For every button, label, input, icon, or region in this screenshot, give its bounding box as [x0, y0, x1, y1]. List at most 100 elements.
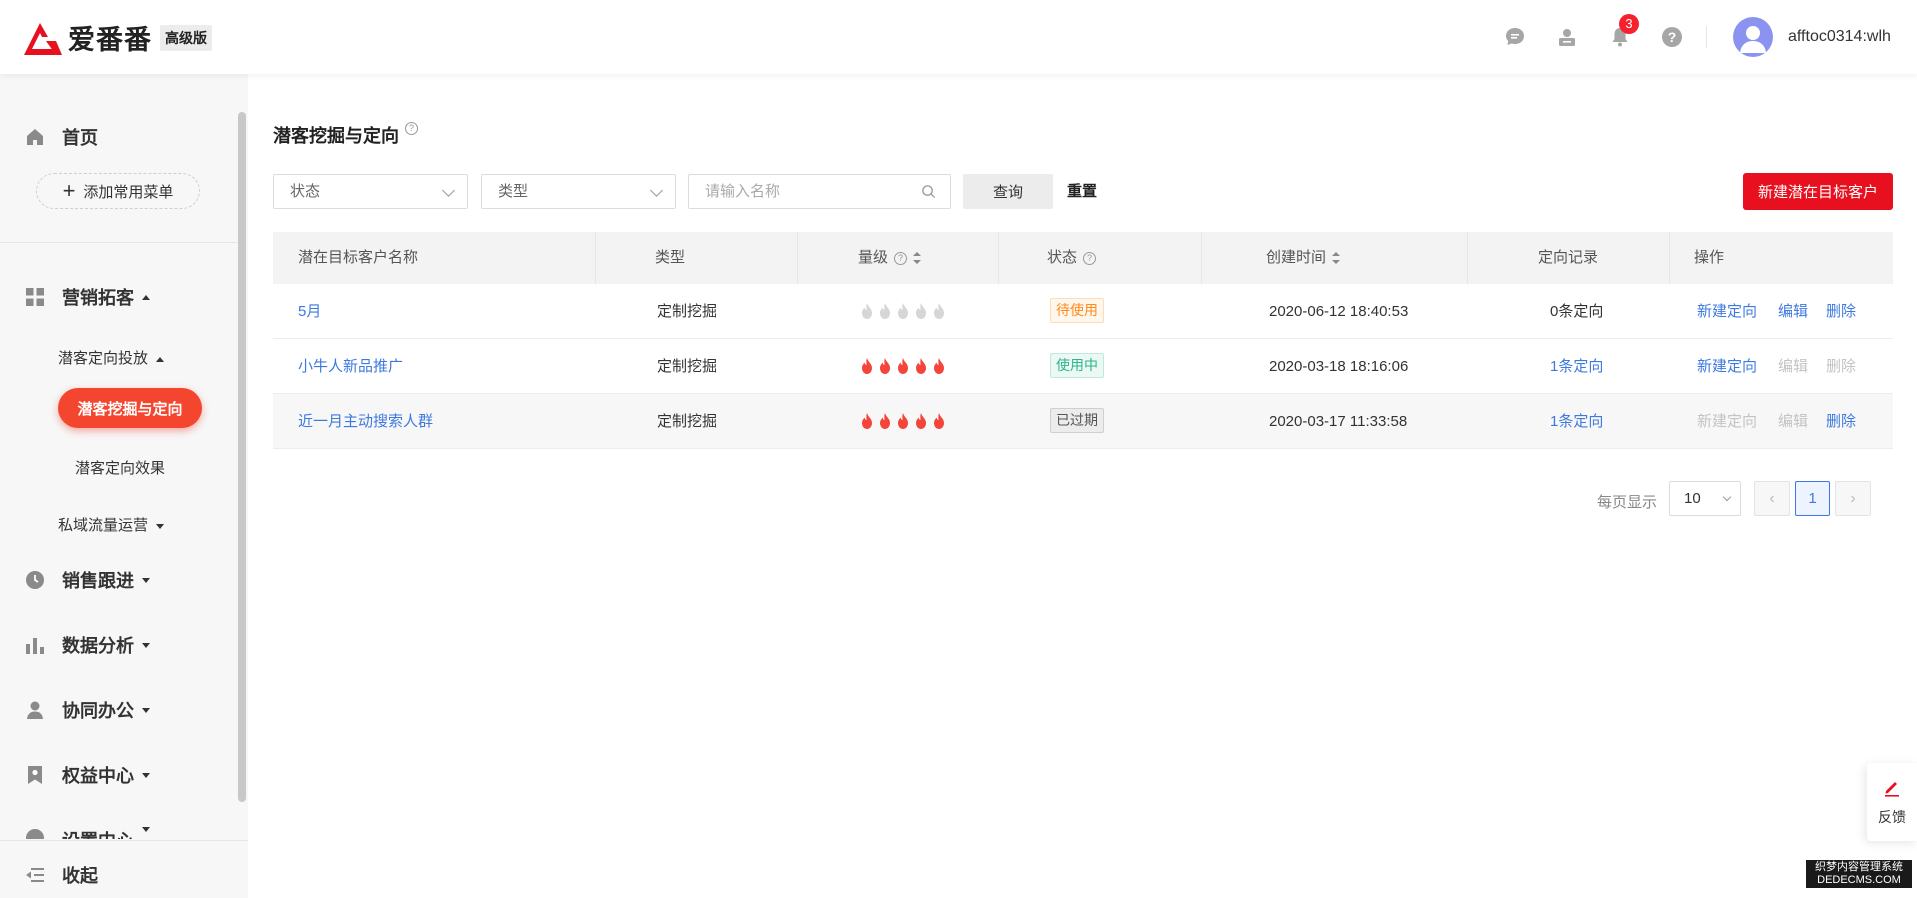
sidebar-sub-label: 私域流量运营 — [58, 517, 149, 534]
sidebar-item-private-traffic[interactable]: 私域流量运营 — [58, 514, 165, 535]
help-icon[interactable]: ? — [1083, 251, 1097, 265]
edit-link[interactable]: 编辑 — [1778, 284, 1808, 339]
search-icon[interactable] — [921, 184, 936, 199]
settings-icon — [26, 829, 44, 839]
delete-link[interactable]: 删除 — [1826, 394, 1856, 449]
prev-page-button[interactable]: ‹ — [1754, 481, 1790, 516]
query-button[interactable]: 查询 — [963, 174, 1053, 209]
sidebar-item-mining-active[interactable]: 潜客挖掘与定向 — [58, 388, 202, 428]
flame-icon — [862, 358, 872, 374]
row-name-link[interactable]: 5月 — [298, 284, 321, 339]
brand-logo[interactable]: 爱番番 高级版 — [22, 18, 212, 57]
sidebar-scrollbar[interactable] — [238, 112, 246, 802]
sidebar-item-targeting-effect[interactable]: 潜客定向效果 — [75, 457, 165, 478]
flame-icon — [898, 413, 908, 429]
table-row: 小牛人新品推广 定制挖掘 使用中 2020-03-18 18:16:06 1条定… — [273, 339, 1893, 394]
table-row: 5月 定制挖掘 待使用 2020-06-12 18:40:53 0条定向 新建定… — [273, 284, 1893, 339]
col-status: 状态? — [1047, 232, 1097, 284]
flame-icon — [880, 358, 890, 374]
name-search-input[interactable] — [688, 174, 951, 209]
avatar[interactable] — [1733, 17, 1773, 57]
sort-icon[interactable] — [913, 252, 922, 265]
sidebar-item-sales[interactable]: 销售跟进 — [24, 567, 150, 593]
new-target-customer-button[interactable]: 新建潜在目标客户 — [1743, 173, 1893, 210]
column-divider — [1467, 232, 1468, 284]
row-name-link[interactable]: 小牛人新品推广 — [298, 339, 403, 394]
chat-icon[interactable] — [1503, 25, 1527, 49]
page-number-1[interactable]: 1 — [1795, 481, 1830, 516]
edit-link: 编辑 — [1778, 358, 1809, 375]
chevron-down-icon — [1722, 492, 1732, 502]
col-actions: 操作 — [1694, 249, 1725, 266]
plus-icon: + — [62, 178, 76, 203]
level-flames — [859, 302, 947, 320]
chevron-down-icon — [442, 184, 455, 197]
col-level-label: 量级 — [858, 249, 889, 266]
type-select[interactable]: 类型 — [481, 174, 676, 209]
reset-button[interactable]: 重置 — [1067, 174, 1097, 209]
row-type: 定制挖掘 — [657, 413, 718, 430]
per-page-label: 每页显示 — [1597, 494, 1658, 511]
delete-link[interactable]: 删除 — [1826, 284, 1856, 339]
flame-icon — [916, 358, 926, 374]
column-divider — [998, 232, 999, 284]
sidebar-item-collaboration[interactable]: 协同办公 — [24, 697, 150, 723]
row-record: 0条定向 — [1550, 303, 1604, 320]
new-targeting-link[interactable]: 新建定向 — [1697, 284, 1757, 339]
caret-down-icon — [142, 577, 150, 583]
status-select[interactable]: 状态 — [273, 174, 468, 209]
row-created: 2020-03-17 11:33:58 — [1269, 413, 1408, 430]
row-name-link[interactable]: 近一月主动搜索人群 — [298, 394, 433, 449]
col-created[interactable]: 创建时间 — [1266, 232, 1341, 284]
flame-icon — [898, 358, 908, 374]
col-level[interactable]: 量级? — [858, 232, 922, 284]
flame-icon — [880, 413, 890, 429]
column-divider — [1669, 232, 1670, 284]
next-page-button[interactable]: › — [1835, 481, 1871, 516]
type-select-placeholder: 类型 — [498, 183, 529, 200]
grid-icon — [26, 288, 44, 306]
per-page-select[interactable]: 10 — [1669, 481, 1741, 516]
sidebar-item-targeting[interactable]: 潜客定向投放 — [58, 347, 165, 368]
sidebar-item-settings[interactable]: 设置中心 — [24, 827, 150, 839]
contact-icon[interactable] — [1555, 25, 1579, 49]
column-divider — [797, 232, 798, 284]
top-header: 爱番番 高级版 3 ? afftoc0314:wlh — [0, 0, 1917, 74]
watermark: 织梦内容管理系统 DEDECMS.COM — [1806, 860, 1912, 888]
feedback-button[interactable]: 反馈 — [1867, 763, 1917, 841]
row-record-link[interactable]: 1条定向 — [1550, 339, 1603, 394]
sidebar-item-benefits[interactable]: 权益中心 — [24, 762, 150, 788]
sidebar-item-home[interactable]: 首页 — [24, 124, 98, 150]
flame-icon — [862, 303, 872, 319]
bar-chart-icon — [26, 638, 44, 654]
page-title-text: 潜客挖掘与定向 — [273, 126, 399, 146]
sidebar-item-marketing[interactable]: 营销拓客 — [24, 284, 150, 310]
edit-link: 编辑 — [1778, 413, 1809, 430]
watermark-line2: DEDECMS.COM — [1817, 874, 1901, 886]
row-record-link[interactable]: 1条定向 — [1550, 394, 1603, 449]
sort-icon[interactable] — [1332, 252, 1341, 265]
sidebar-item-label: 数据分析 — [62, 636, 134, 656]
help-icon[interactable]: ? — [405, 122, 418, 135]
sidebar-item-data-analysis[interactable]: 数据分析 — [24, 632, 150, 658]
col-created-label: 创建时间 — [1266, 249, 1327, 266]
level-flames — [859, 357, 947, 375]
help-icon[interactable]: ? — [894, 251, 908, 265]
sidebar-item-label: 销售跟进 — [62, 571, 134, 591]
add-common-menu-button[interactable]: + 添加常用菜单 — [36, 173, 200, 209]
edition-badge: 高级版 — [160, 24, 212, 51]
feedback-label: 反馈 — [1878, 809, 1906, 825]
caret-down-icon — [142, 772, 150, 778]
col-name: 潜在目标客户名称 — [298, 249, 419, 266]
new-targeting-link: 新建定向 — [1697, 413, 1758, 430]
brand-name: 爱番番 — [68, 25, 152, 55]
column-divider — [595, 232, 596, 284]
username[interactable]: afftoc0314:wlh — [1788, 28, 1891, 46]
bookmark-icon — [28, 766, 42, 784]
new-targeting-link[interactable]: 新建定向 — [1697, 339, 1757, 394]
help-icon[interactable]: ? — [1660, 25, 1684, 49]
sidebar-collapse-button[interactable]: 收起 — [24, 862, 98, 888]
caret-down-icon — [156, 523, 165, 529]
table-header: 潜在目标客户名称 类型 量级? 状态? 创建时间 定向记录 操作 — [273, 232, 1893, 284]
flame-icon — [880, 303, 890, 319]
